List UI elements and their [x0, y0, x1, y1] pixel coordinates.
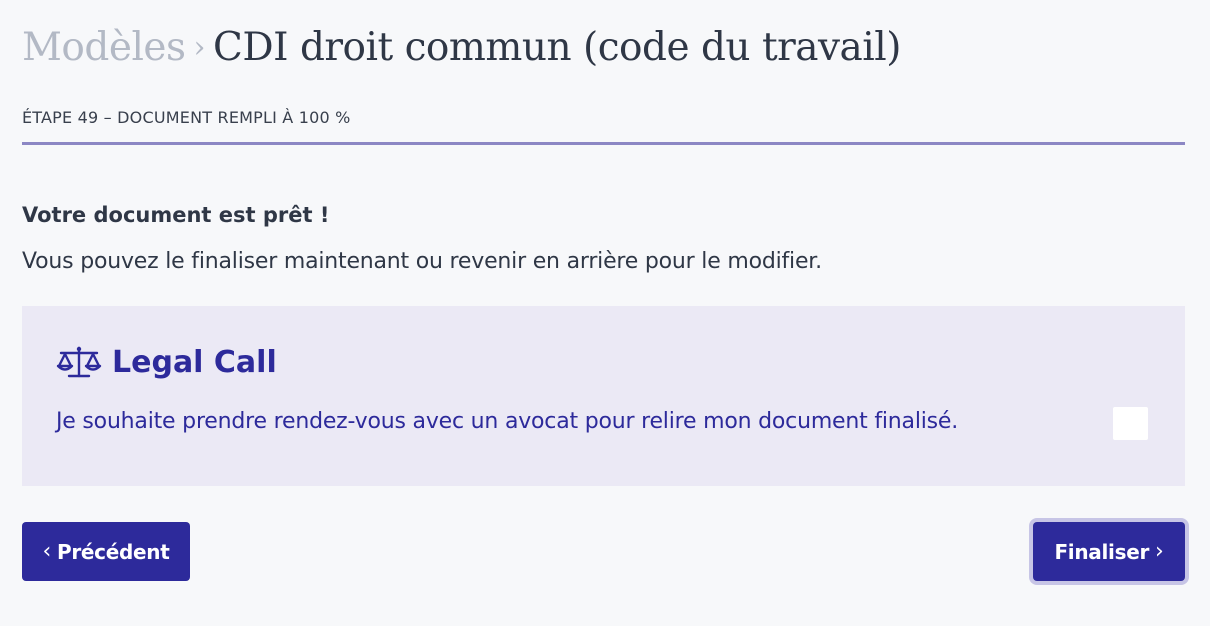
step-progress-label: ÉTAPE 49 – DOCUMENT REMPLI À 100 %	[22, 108, 351, 127]
ready-heading: Votre document est prêt !	[22, 203, 330, 227]
legal-call-checkbox[interactable]	[1113, 407, 1148, 440]
legal-call-panel: Legal Call Je souhaite prendre rendez-vo…	[22, 306, 1185, 486]
scale-icon	[56, 346, 102, 378]
finalize-button-label: Finaliser	[1054, 539, 1150, 564]
breadcrumb-separator-icon: ›	[193, 30, 206, 65]
page-title: CDI droit commun (code du travail)	[213, 25, 901, 70]
previous-button[interactable]: ‹ Précédent	[22, 522, 190, 581]
finalize-button[interactable]: Finaliser ›	[1033, 522, 1185, 581]
legal-call-description: Je souhaite prendre rendez-vous avec un …	[56, 409, 959, 434]
step-divider	[22, 142, 1185, 145]
previous-button-label: Précédent	[57, 539, 170, 564]
breadcrumb: Modèles › CDI droit commun (code du travai…	[22, 22, 901, 77]
chevron-right-icon: ›	[1155, 539, 1164, 564]
breadcrumb-parent-link[interactable]: Modèles	[22, 25, 186, 70]
legal-call-header: Legal Call	[56, 344, 277, 380]
legal-call-title: Legal Call	[112, 344, 277, 380]
chevron-left-icon: ‹	[42, 539, 52, 564]
ready-description: Vous pouvez le finaliser maintenant ou r…	[22, 249, 822, 274]
